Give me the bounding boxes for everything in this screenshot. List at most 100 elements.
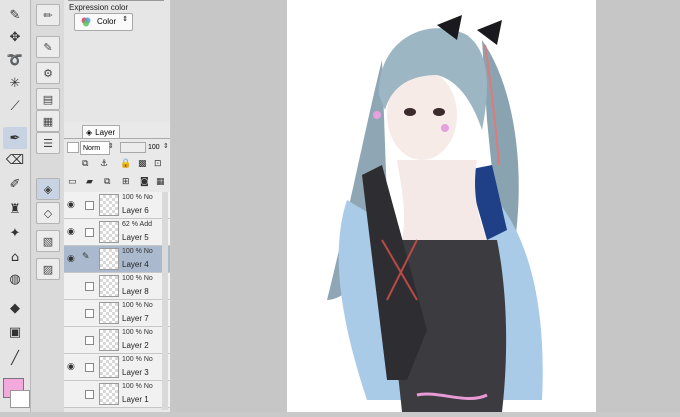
layer-scrollbar[interactable]	[162, 192, 168, 410]
layer-name: Layer 2	[122, 341, 149, 350]
eraser-icon[interactable]: ⌫	[3, 149, 27, 171]
fountain-pen-icon[interactable]: ✐	[3, 173, 27, 195]
image-icon[interactable]: ▨	[36, 258, 60, 280]
tool-palette: ✎ ✥ ➰ ✳ ⟋ ✒ ⌫ ✐ ♜ ✦ ⌂ ◍ ◆ ▣ ╱	[0, 0, 31, 412]
layer-checkbox[interactable]	[85, 282, 94, 291]
sparkle-icon[interactable]: ✦	[3, 222, 27, 244]
tab-layer[interactable]: ◈ Layer	[82, 125, 120, 138]
layer-name: Layer 3	[122, 368, 149, 377]
eye-icon[interactable]: ◉	[67, 227, 75, 237]
new-layer-icon[interactable]: ▭	[68, 177, 77, 187]
artwork-illustration	[327, 15, 543, 412]
layer-thumbnail	[99, 302, 119, 324]
opacity-value: 100	[148, 143, 160, 151]
opacity-value-field[interactable]: 100	[148, 141, 162, 153]
smudge-icon[interactable]: ⌂	[3, 246, 27, 268]
gradient-icon[interactable]: ▣	[3, 321, 27, 343]
blend-mode-select[interactable]: Norm	[80, 141, 110, 155]
layer-opacity-mode: 100 % No	[122, 356, 153, 363]
expression-color-label: Expression color	[69, 3, 129, 12]
opacity-slider[interactable]	[120, 142, 146, 153]
layer-checkbox[interactable]	[85, 201, 94, 210]
layer-row[interactable]: 100 % No Layer 2	[64, 327, 170, 354]
layer-tab-label: Layer	[95, 127, 116, 137]
layer-opacity-mode: 100 % No	[122, 329, 153, 336]
lock-transparency-icon[interactable]: ▩	[138, 159, 147, 169]
new-folder-icon[interactable]: ▰	[86, 177, 93, 187]
layer-thumbnail	[99, 221, 119, 243]
layer-row[interactable]: 100 % No Layer 7	[64, 300, 170, 327]
layer-row[interactable]: ◉ 100 % No Layer 6	[64, 192, 170, 219]
layer-color-button[interactable]	[67, 142, 79, 153]
navigator-icon[interactable]: ▧	[36, 230, 60, 252]
eye-icon[interactable]: ◉	[67, 362, 75, 372]
layer-checkbox[interactable]	[85, 228, 94, 237]
fill-icon[interactable]: ◆	[3, 297, 27, 319]
color-circle-icon	[81, 17, 91, 27]
lasso-icon[interactable]: ➰	[3, 49, 27, 71]
stamp-icon[interactable]: ♜	[3, 198, 27, 220]
layer-row[interactable]: 100 % No Layer 8	[64, 273, 170, 300]
edit-pen-icon: ✎	[82, 252, 90, 262]
layer-checkbox[interactable]	[85, 390, 94, 399]
subtool-paint-icon[interactable]: ✏	[36, 4, 60, 26]
layer-name: Layer 8	[122, 287, 149, 296]
hair-clip-right	[441, 124, 449, 132]
duplicate-layer-icon[interactable]: ⧉	[104, 177, 110, 187]
eye-icon[interactable]: ◉	[67, 254, 75, 264]
sub-tool-strip: ✏ ✎ ⚙ ▤ ▦ ☰ ◈ ◇ ▧ ▨	[31, 0, 65, 412]
sub-color-swatch[interactable]	[10, 390, 30, 408]
layer-opacity-mode: 100 % No	[122, 302, 153, 309]
subtool-brush-icon[interactable]: ✎	[36, 36, 60, 58]
mask-icon[interactable]: ⊡	[154, 159, 162, 169]
subtool-settings-icon[interactable]: ⚙	[36, 62, 60, 84]
layer-opacity-mode: 100 % No	[122, 383, 153, 390]
pen-icon[interactable]: ✒	[3, 127, 27, 149]
mask-layer-icon[interactable]: ◙	[140, 177, 149, 187]
layer-row[interactable]: ◉ 100 % No Layer 3	[64, 354, 170, 381]
lock-icon[interactable]: 🔒	[120, 159, 131, 169]
layer-name: Layer 1	[122, 395, 149, 404]
skin-neck	[397, 160, 487, 240]
layer-checkbox[interactable]	[85, 363, 94, 372]
layer-stack-icon[interactable]: ◇	[36, 202, 60, 224]
opacity-chevron-icon: ⇕	[163, 142, 169, 150]
clip-icon[interactable]: ⧉	[82, 159, 88, 169]
layer-opacity-mode: 62 % Add	[122, 221, 152, 228]
layer-checkbox[interactable]	[85, 336, 94, 345]
layer-panel: ◈ Layer Norm ⇕ 100 ⇕ ⧉ ⚓ 🔒 ▩ ⊡ ▭ ▰ ⧉ ⊞ ◙…	[64, 122, 170, 412]
subtool-grid-icon[interactable]: ▦	[36, 110, 60, 132]
layer-opacity-mode: 100 % No	[122, 194, 153, 201]
expression-color-select[interactable]: Color ⇕	[74, 13, 133, 31]
layer-row[interactable]: ◉ 62 % Add Layer 5	[64, 219, 170, 246]
subtool-list-icon[interactable]: ☰	[36, 132, 60, 154]
layer-thumbnail	[99, 356, 119, 378]
layer-name: Layer 6	[122, 206, 149, 215]
reference-icon[interactable]: ⚓	[100, 159, 108, 169]
layer-name: Layer 5	[122, 233, 149, 242]
blend-mode-value: Norm	[83, 144, 101, 152]
canvas-paper[interactable]	[287, 0, 596, 412]
layer-row[interactable]: ◉ ✎ 100 % No Layer 4	[64, 246, 170, 273]
layer-panel-toggle-icon[interactable]: ◈	[36, 178, 60, 200]
layer-thumbnail	[99, 383, 119, 405]
merge-layer-icon[interactable]: ⊞	[122, 177, 130, 187]
layer-checkbox[interactable]	[85, 309, 94, 318]
delete-layer-icon[interactable]: ▦	[156, 177, 165, 187]
expression-color-value: Color	[97, 17, 117, 26]
move-icon[interactable]: ✥	[3, 26, 27, 48]
hair-clip-left	[373, 111, 381, 119]
subtool-layers-icon[interactable]: ▤	[36, 88, 60, 110]
layer-name: Layer 7	[122, 314, 149, 323]
layer-row[interactable]: 100 % No Layer 1	[64, 381, 170, 408]
eyedropper-icon[interactable]: ⟋	[3, 95, 27, 117]
eye-icon[interactable]: ◉	[67, 200, 75, 210]
layer-thumbnail	[99, 329, 119, 351]
blend-icon[interactable]: ◍	[3, 268, 27, 290]
layer-name: Layer 4	[122, 260, 149, 269]
brush-icon[interactable]: ✎	[3, 4, 27, 26]
magic-wand-icon[interactable]: ✳	[3, 72, 27, 94]
tool-property-panel: Expression color Color ⇕	[64, 0, 170, 123]
eye-left	[404, 108, 416, 116]
line-icon[interactable]: ╱	[3, 347, 27, 369]
